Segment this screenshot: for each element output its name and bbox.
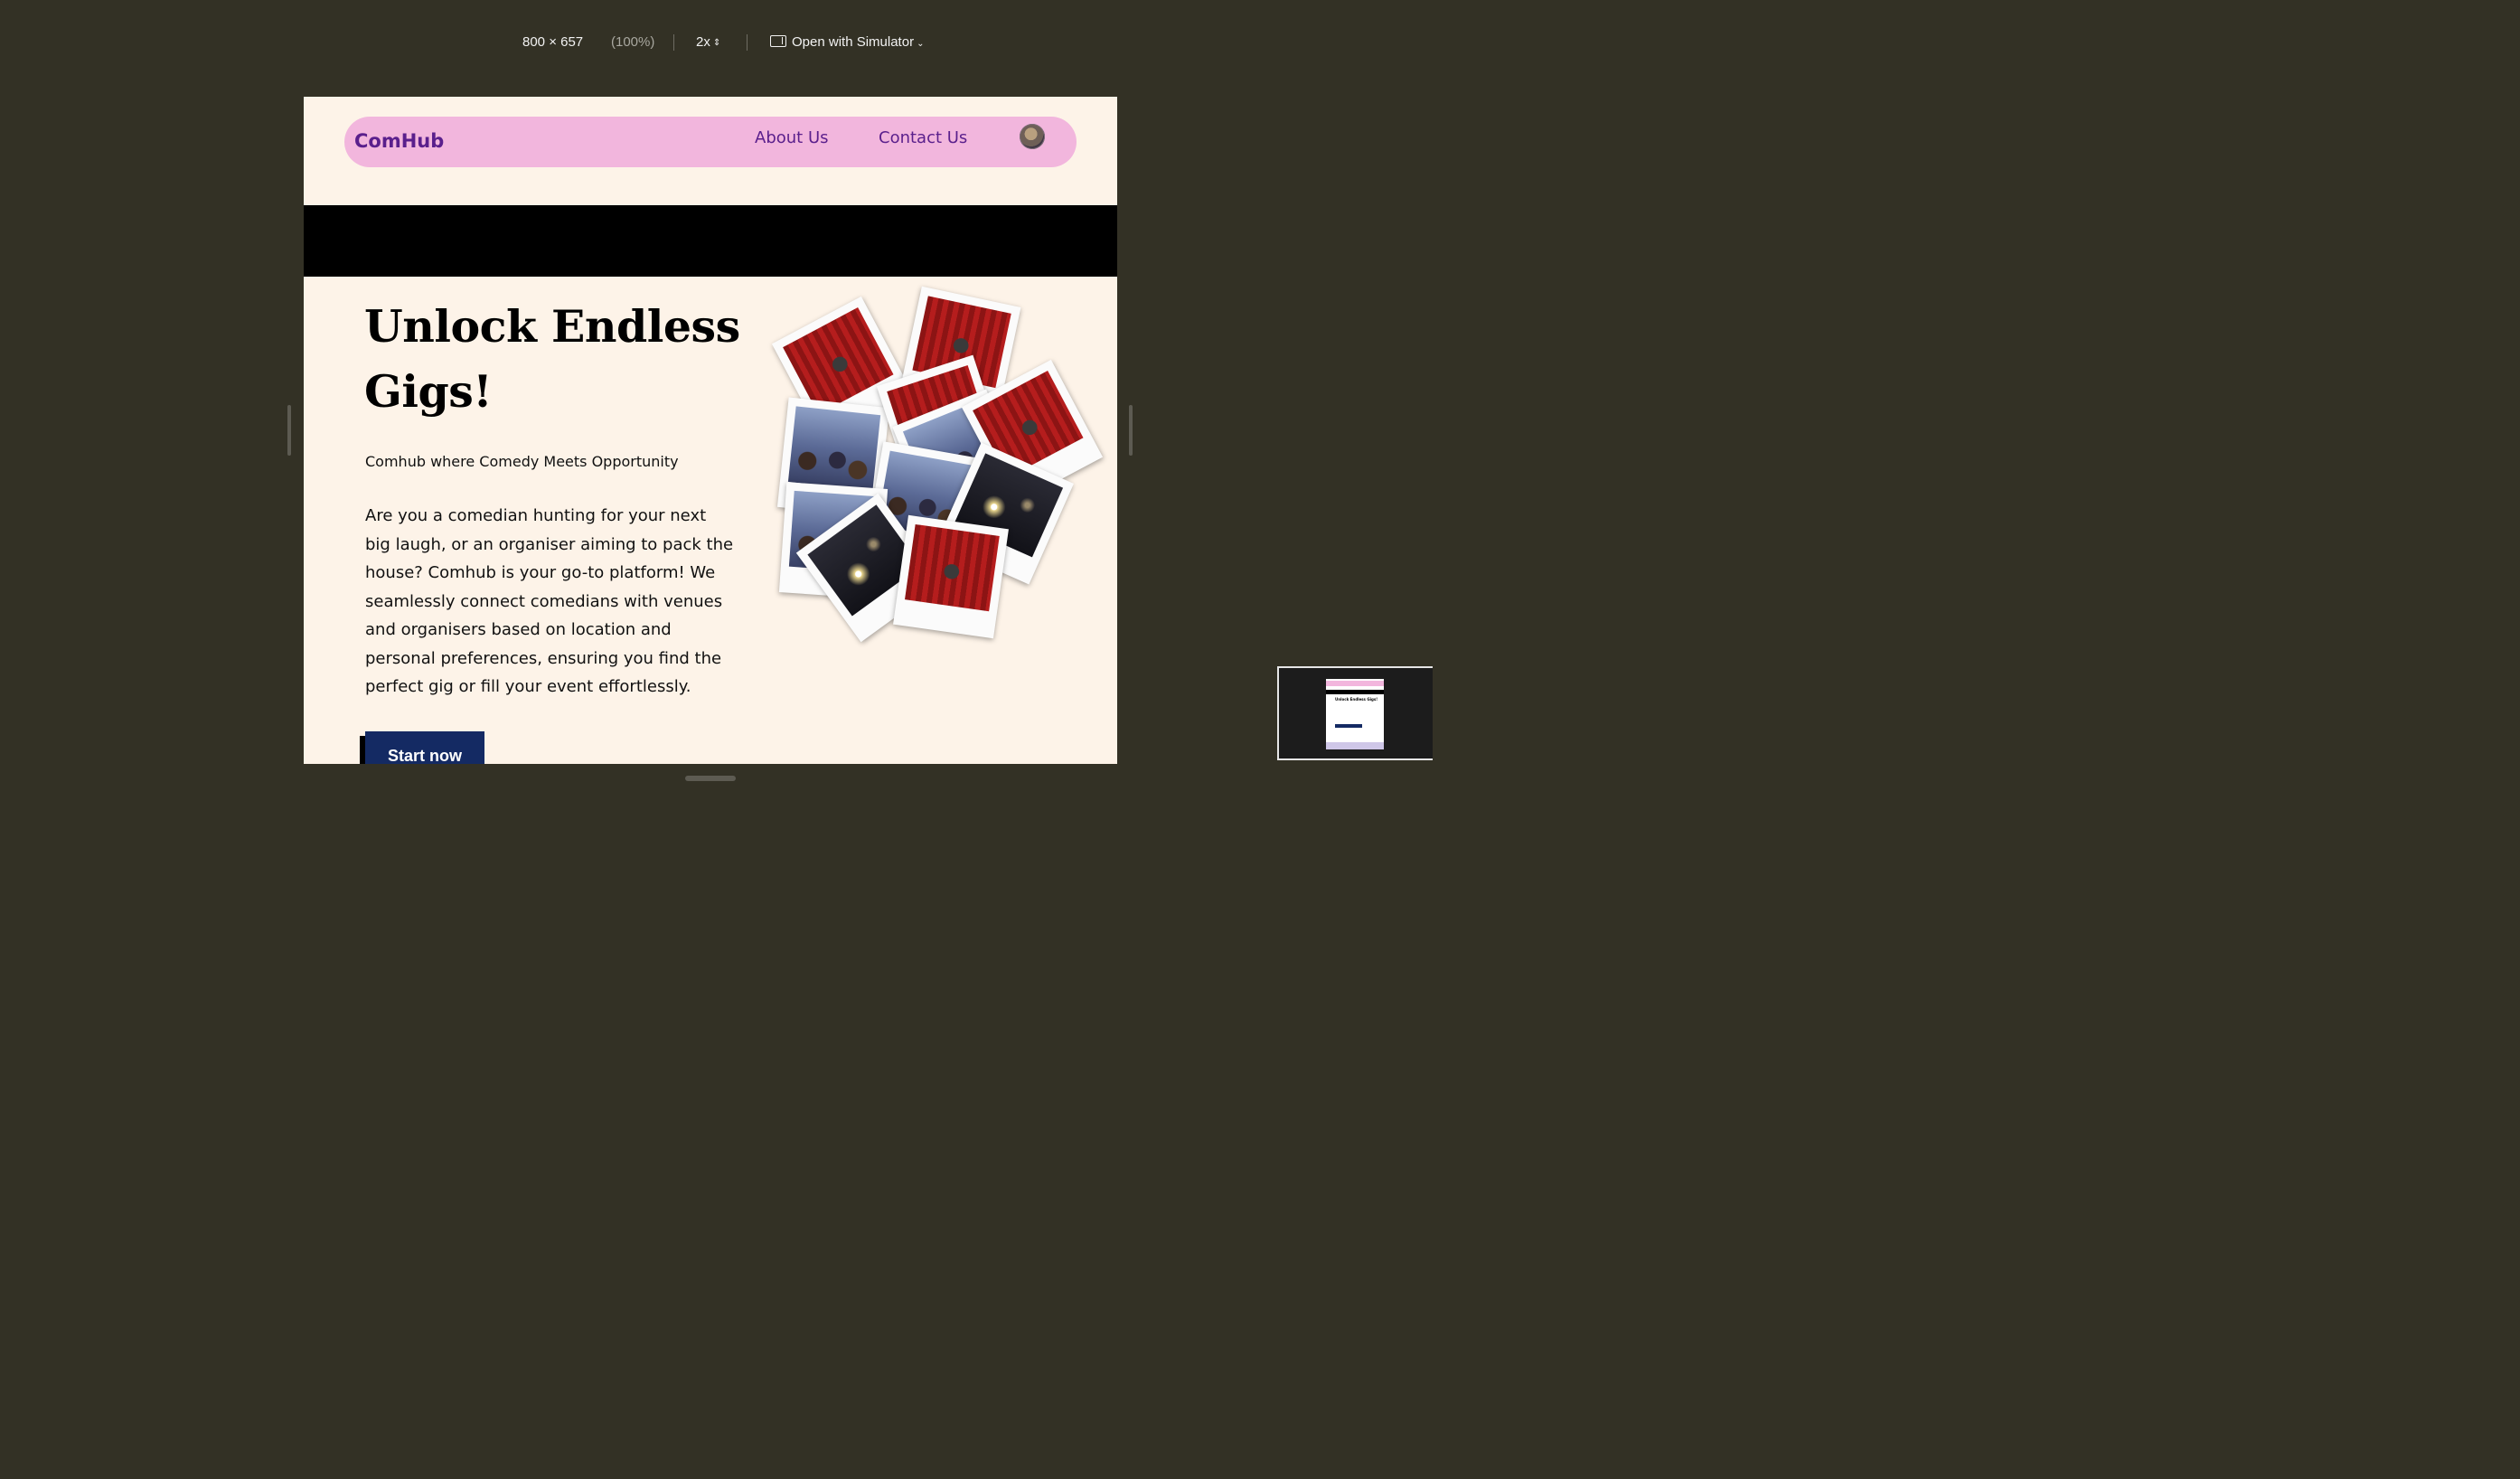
nav-contact-us[interactable]: Contact Us: [879, 128, 967, 147]
viewport-dimensions: 800 × 657: [522, 34, 584, 50]
open-with-simulator-label: Open with Simulator: [792, 34, 915, 50]
updown-chevron-icon: ⇕: [712, 38, 721, 48]
simulator-toolbar: 800 × 657 (100%) 2x ⇕ Open with Simulator…: [0, 27, 1417, 58]
crowd-image: [787, 406, 881, 491]
photo-collage: [771, 286, 1117, 643]
hero-description: Are you a comedian hunting for your next…: [365, 506, 734, 696]
thumbnail-button: [1335, 724, 1362, 728]
start-now-button[interactable]: Start now: [365, 731, 484, 764]
brand-logo[interactable]: ComHub: [354, 130, 444, 152]
stage-image: [905, 523, 1000, 612]
user-avatar[interactable]: [1020, 124, 1045, 149]
polaroid-photo: [893, 514, 1009, 639]
resize-handle-right[interactable]: [1129, 405, 1133, 456]
nav-about-us[interactable]: About Us: [755, 128, 829, 147]
thumbnail-navbar: [1326, 681, 1384, 686]
preview-frame: ComHub About Us Contact Us Unlock Endles…: [304, 97, 1117, 764]
thumbnail-footer: [1326, 742, 1384, 749]
thumbnail-page: Unlock Endless Gigs!: [1326, 679, 1384, 749]
resize-handle-left[interactable]: [287, 405, 291, 456]
preview-thumbnail[interactable]: Unlock Endless Gigs!: [1277, 666, 1433, 760]
hero-title: Unlock Endless Gigs!: [364, 300, 740, 418]
chevron-down-icon: ⌄: [917, 39, 925, 49]
scale-selector[interactable]: 2x ⇕: [696, 34, 720, 50]
scale-value: 2x: [696, 34, 710, 50]
hero-tagline: Comhub where Comedy Meets Opportunity: [365, 453, 679, 470]
zoom-level: (100%): [611, 34, 655, 50]
black-banner: [304, 205, 1117, 277]
site-navbar: ComHub About Us Contact Us: [344, 117, 1077, 167]
thumbnail-banner: [1326, 690, 1384, 694]
toolbar-divider: [673, 34, 674, 51]
resize-handle-bottom[interactable]: [685, 776, 736, 781]
open-with-simulator-button[interactable]: Open with Simulator ⌄: [770, 34, 924, 50]
thumbnail-title: Unlock Endless Gigs!: [1335, 697, 1378, 702]
toolbar-divider: [747, 34, 748, 51]
device-icon: [770, 35, 786, 47]
